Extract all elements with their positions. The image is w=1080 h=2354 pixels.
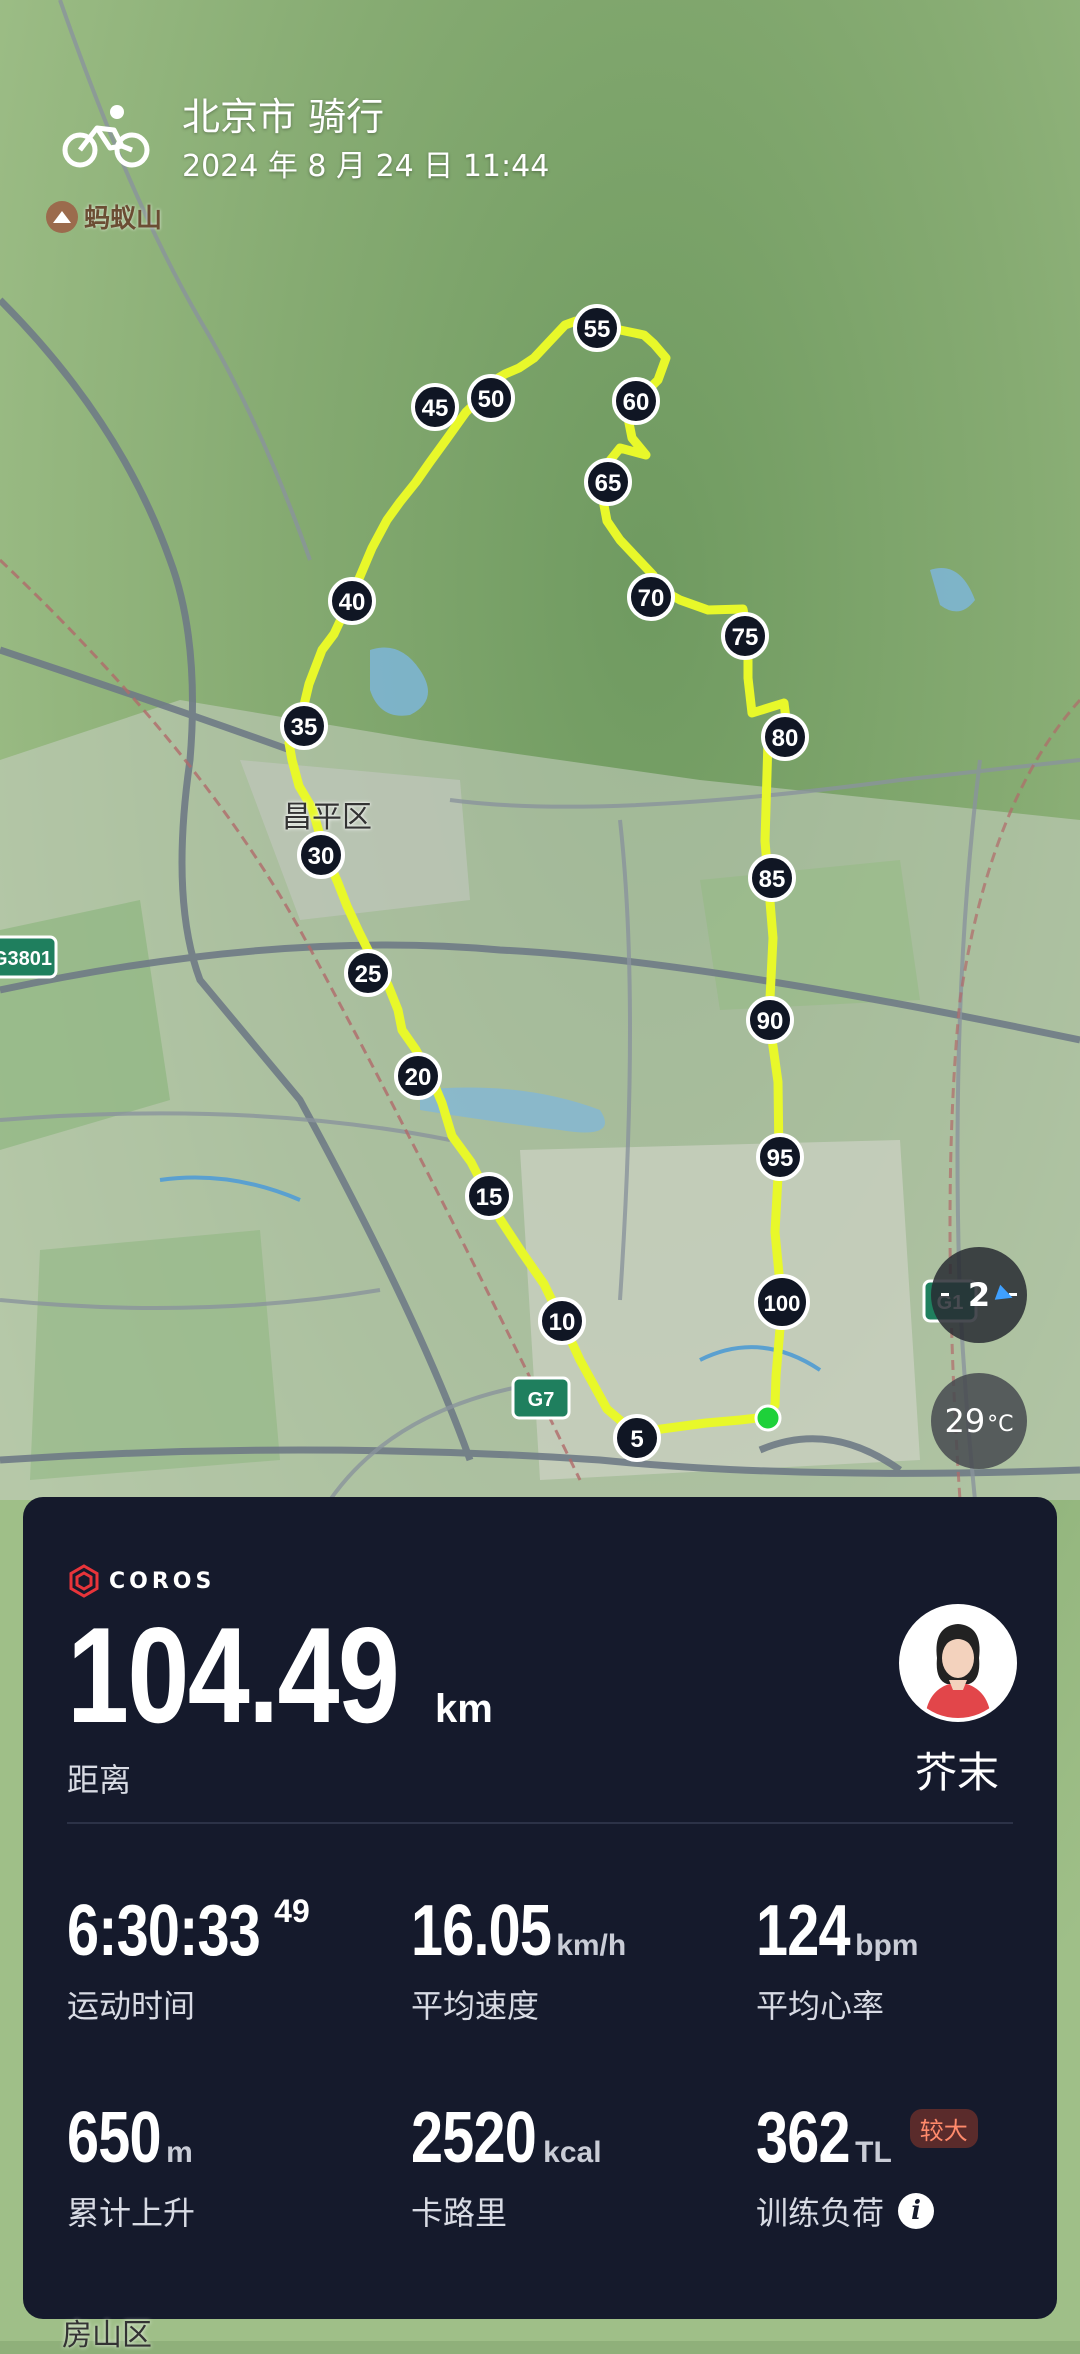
km-marker-20: 20 — [394, 1052, 442, 1100]
km-marker-5: 5 — [613, 1414, 661, 1462]
stat-avg-heart-rate: 124 bpm 平均心率 — [756, 1895, 1076, 2027]
svg-text:G3801: G3801 — [0, 948, 52, 970]
km-marker-label: 5 — [630, 1426, 643, 1453]
poi-label: 蚂蚁山 — [46, 198, 162, 235]
ascent-value: 650 — [67, 2098, 162, 2178]
avg-heart-rate-label: 平均心率 — [756, 1987, 885, 2025]
avg-heart-rate-value: 124 — [756, 1891, 851, 1971]
km-marker-label: 95 — [767, 1145, 794, 1172]
km-marker-label: 35 — [291, 714, 318, 741]
activity-title: 北京市 骑行 — [182, 95, 385, 139]
km-marker-label: 75 — [732, 624, 759, 651]
calories-value: 2520 — [411, 2098, 537, 2178]
km-marker-label: 50 — [478, 386, 505, 413]
highway-badge-g7: G7 — [511, 1376, 571, 1420]
avg-speed-unit: km/h — [556, 1929, 627, 1962]
compass-value: 2 — [967, 1276, 991, 1314]
temperature-value: 29 — [944, 1402, 986, 1440]
stat-avg-speed: 16.05 km/h 平均速度 — [411, 1895, 731, 2027]
divider — [67, 1822, 1013, 1824]
km-marker-label: 60 — [623, 389, 650, 416]
district-label: 昌平区 — [282, 800, 372, 835]
temperature-unit: °C — [987, 1411, 1014, 1437]
km-marker-label: 100 — [764, 1291, 801, 1316]
km-marker-label: 20 — [405, 1064, 432, 1091]
km-marker-label: 25 — [355, 961, 382, 988]
svg-text:G7: G7 — [528, 1389, 555, 1411]
training-load-unit: TL — [855, 2136, 892, 2169]
bicycle-icon — [62, 105, 150, 168]
info-icon[interactable]: i — [898, 2193, 935, 2229]
poi-name: 蚂蚁山 — [84, 204, 163, 234]
compass-tick-left — [941, 1293, 949, 1296]
km-marker-label: 10 — [549, 1309, 576, 1336]
km-marker-40: 40 — [328, 577, 376, 625]
avg-speed-label: 平均速度 — [411, 1987, 540, 2025]
highway-badge-left: G3801 — [0, 935, 58, 979]
distance-row: 104.49 km — [67, 1607, 493, 1743]
activity-summary-card: COROS 104.49 km 距离 芥末 6:30:33 49 运动时间 16… — [23, 1497, 1057, 2319]
distance-label: 距离 — [67, 1761, 132, 1799]
km-marker-label: 40 — [339, 589, 366, 616]
km-marker-55: 55 — [573, 304, 621, 352]
mountain-icon — [46, 200, 78, 233]
stat-moving-time: 6:30:33 49 运动时间 — [67, 1891, 387, 2027]
distance-unit: km — [434, 1687, 493, 1731]
km-marker-90: 90 — [746, 996, 794, 1044]
km-marker-75: 75 — [721, 612, 769, 660]
km-marker-35: 35 — [280, 702, 328, 750]
km-marker-80: 80 — [761, 713, 809, 761]
km-marker-60: 60 — [612, 377, 660, 425]
km-marker-label: 70 — [638, 585, 665, 612]
moving-time-value: 6:30:33 — [67, 1891, 261, 1971]
km-marker-label: 80 — [772, 725, 799, 752]
km-marker-label: 30 — [308, 843, 335, 870]
avatar[interactable] — [899, 1604, 1017, 1722]
avatar-image — [903, 1608, 1013, 1718]
km-marker-30: 30 — [297, 831, 345, 879]
km-marker-10: 10 — [538, 1297, 586, 1345]
ascent-label: 累计上升 — [67, 2194, 196, 2232]
start-point — [754, 1404, 782, 1432]
km-marker-70: 70 — [627, 573, 675, 621]
km-marker-label: 55 — [584, 316, 611, 343]
km-marker-label: 15 — [476, 1184, 503, 1211]
brand-logo: COROS — [67, 1564, 215, 1598]
km-marker-label: 45 — [422, 395, 449, 422]
calories-label: 卡路里 — [411, 2194, 508, 2232]
coros-logo-icon — [69, 1564, 99, 1598]
km-marker-45: 45 — [411, 383, 459, 431]
ascent-unit: m — [166, 2136, 193, 2169]
activity-datetime: 2024 年 8 月 24 日 11:44 — [182, 149, 550, 184]
km-marker-65: 65 — [584, 458, 632, 506]
avg-speed-value: 16.05 — [411, 1891, 552, 1971]
km-marker-label: 65 — [595, 470, 622, 497]
brand-name: COROS — [109, 1568, 216, 1594]
weather-widget[interactable]: 29 °C — [931, 1373, 1027, 1469]
stat-calories: 2520 kcal 卡路里 — [411, 2102, 731, 2234]
calories-unit: kcal — [543, 2136, 602, 2169]
training-load-label: 训练负荷 — [756, 2194, 885, 2232]
stat-ascent: 650 m 累计上升 — [67, 2102, 387, 2234]
km-marker-95: 95 — [756, 1133, 804, 1181]
km-marker-50: 50 — [467, 374, 515, 422]
moving-time-fraction: 49 — [274, 1893, 310, 1929]
distance-value: 104.49 — [67, 1599, 400, 1751]
km-marker-25: 25 — [344, 949, 392, 997]
moving-time-label: 运动时间 — [67, 1987, 196, 2025]
training-load-badge: 较大 — [909, 2108, 978, 2148]
training-load-label-row: 训练负荷 i — [756, 2188, 1076, 2234]
km-marker-100: 100 — [754, 1274, 810, 1330]
km-marker-label: 85 — [759, 866, 786, 893]
compass-widget[interactable]: 2 — [931, 1247, 1027, 1343]
compass-needle-icon — [994, 1284, 1016, 1306]
km-marker-85: 85 — [748, 854, 796, 902]
stat-training-load: 362 TL 较大 训练负荷 i — [756, 2102, 1076, 2234]
avg-heart-rate-unit: bpm — [855, 1929, 919, 1962]
km-marker-label: 90 — [757, 1008, 784, 1035]
km-marker-15: 15 — [465, 1172, 513, 1220]
training-load-value: 362 — [756, 2098, 851, 2178]
user-name: 芥末 — [914, 1748, 999, 1797]
bottom-district-label: 房山区 — [62, 2318, 152, 2353]
